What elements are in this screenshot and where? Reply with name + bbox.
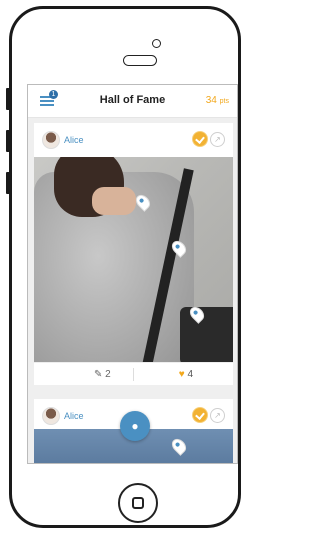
comment-stat[interactable]: ✎ 2 [94,369,111,380]
points-value: 34 [205,95,217,106]
photo-bag [180,307,233,362]
likes-count: 4 [187,369,193,380]
feed-card[interactable]: Alice ↗ ✎ 2 ♥ 4 [34,123,233,385]
username[interactable]: Alice [64,135,84,145]
photo-hand [92,187,136,215]
phone-front-camera [152,39,161,48]
comment-icon: ✎ [94,369,106,380]
share-icon[interactable]: ↗ [210,132,225,147]
camera-icon[interactable]: ● [120,411,150,441]
post-photo[interactable] [34,157,233,362]
points-counter: 34 pts [206,95,229,106]
username[interactable]: Alice [64,411,84,421]
phone-speaker [123,55,157,66]
volume-up-button [6,88,10,110]
share-icon[interactable]: ↗ [210,408,225,423]
mute-switch [6,172,10,194]
app-screen: 1 Hall of Fame 34 pts Alice ↗ ✎ 2 ♥ 4 Al… [27,84,238,464]
points-unit: pts [219,98,229,105]
gold-check-badge-icon[interactable] [193,132,207,146]
product-pin[interactable] [170,437,188,455]
avatar[interactable] [42,407,60,425]
home-button-icon [132,497,144,509]
card-footer: ✎ 2 ♥ 4 [34,362,233,386]
home-button[interactable] [118,483,158,523]
volume-down-button [6,130,10,152]
avatar[interactable] [42,131,60,149]
heart-icon: ♥ [178,369,185,380]
comments-count: 2 [105,369,111,380]
footer-divider [133,368,134,381]
gold-check-badge-icon[interactable] [193,408,207,422]
app-header: 1 Hall of Fame 34 pts [28,85,237,118]
like-stat[interactable]: ♥ 4 [179,369,193,380]
